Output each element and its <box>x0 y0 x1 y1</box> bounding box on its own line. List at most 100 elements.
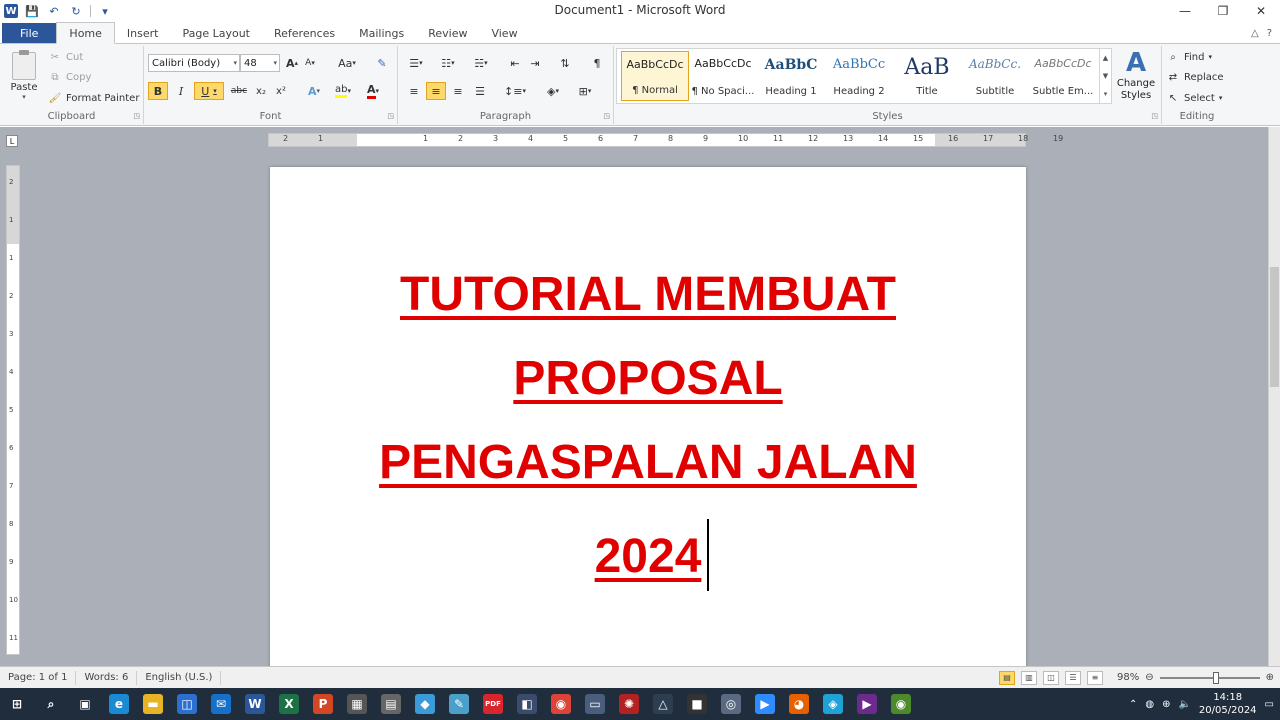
italic-button[interactable]: I <box>172 82 190 100</box>
taskbar-media-player-icon[interactable]: ▶ <box>850 688 884 720</box>
taskbar-excel-icon[interactable]: X <box>272 688 306 720</box>
outline-view-icon[interactable]: ☰ <box>1064 670 1081 685</box>
format-painter-button[interactable]: 🖌 Format Painter <box>48 89 140 107</box>
sort-button[interactable]: ⇅ <box>556 54 574 72</box>
increase-indent-button[interactable]: ⇥ <box>526 54 544 72</box>
clock[interactable]: 14:18 20/05/2024 <box>1199 691 1257 717</box>
document-page[interactable]: TUTORIAL MEMBUAT PROPOSAL PENGASPALAN JA… <box>270 167 1026 687</box>
language-indicator[interactable]: English (U.S.) <box>137 670 222 685</box>
align-center-button[interactable]: ≡ <box>426 82 446 100</box>
style-heading-2[interactable]: AaBbCc Heading 2 <box>825 51 893 101</box>
paste-button[interactable]: Paste ▾ <box>6 50 42 104</box>
select-button[interactable]: ↖ Select ▾ <box>1166 89 1223 107</box>
style-subtle-emphasis[interactable]: AaBbCcDc Subtle Em... <box>1029 51 1097 101</box>
minimize-ribbon-icon[interactable]: △ <box>1251 28 1259 39</box>
gallery-scroll[interactable]: ▲ ▼ ▾ <box>1099 49 1111 103</box>
zoom-out-icon[interactable]: ⊖ <box>1145 672 1153 683</box>
redo-icon[interactable]: ↻ <box>68 3 84 19</box>
justify-button[interactable]: ☰ <box>470 82 490 100</box>
style-title[interactable]: AaB Title <box>893 51 961 101</box>
taskbar-app-dark-icon[interactable]: ■ <box>680 688 714 720</box>
replace-button[interactable]: ⇄ Replace <box>1166 68 1224 86</box>
tab-selector-icon[interactable]: L <box>6 135 18 147</box>
style-heading-1[interactable]: AaBbC Heading 1 <box>757 51 825 101</box>
taskbar-pdf-icon[interactable]: PDF <box>476 688 510 720</box>
clear-formatting-button[interactable]: ✎ <box>372 54 392 72</box>
save-icon[interactable]: 💾 <box>24 3 40 19</box>
scroll-down-icon[interactable]: ▼ <box>1103 72 1108 80</box>
bullets-button[interactable]: ☰ ▾ <box>404 54 428 72</box>
multilevel-list-button[interactable]: ☵ ▾ <box>468 54 494 72</box>
print-layout-view-icon[interactable]: ▤ <box>998 670 1015 685</box>
tab-mailings[interactable]: Mailings <box>347 23 416 43</box>
notifications-icon[interactable]: ▭ <box>1265 699 1274 710</box>
paste-dropdown-icon[interactable]: ▾ <box>22 93 26 101</box>
doc-title-line-1[interactable]: TUTORIAL MEMBUAT <box>270 267 1026 323</box>
tab-page-layout[interactable]: Page Layout <box>170 23 262 43</box>
doc-title-line-3[interactable]: PENGASPALAN JALAN <box>270 435 1026 491</box>
tray-overflow-icon[interactable]: ⌃ <box>1129 699 1137 710</box>
tab-insert[interactable]: Insert <box>115 23 171 43</box>
taskbar-word-icon[interactable]: W <box>238 688 272 720</box>
style-normal[interactable]: AaBbCcDc ¶ Normal <box>621 51 689 101</box>
decrease-indent-button[interactable]: ⇤ <box>506 54 524 72</box>
customize-qat-icon[interactable]: ▾ <box>97 3 113 19</box>
grow-font-button[interactable]: A ▴ <box>284 54 300 72</box>
taskbar-calculator-2-icon[interactable]: ▤ <box>374 688 408 720</box>
taskbar-chrome-icon[interactable]: ◉ <box>544 688 578 720</box>
restore-button[interactable]: ❐ <box>1204 0 1242 22</box>
styles-launcher-icon[interactable]: ◳ <box>1151 112 1158 120</box>
taskbar-camera-icon[interactable]: ◎ <box>714 688 748 720</box>
tab-references[interactable]: References <box>262 23 347 43</box>
align-left-button[interactable]: ≡ <box>404 82 424 100</box>
taskbar-store-icon[interactable]: ◫ <box>170 688 204 720</box>
change-styles-button[interactable]: A Change Styles <box>1114 48 1158 104</box>
taskbar-photo-app-icon[interactable]: ◧ <box>510 688 544 720</box>
taskbar-calculator-icon[interactable]: ▦ <box>340 688 374 720</box>
style-no-spacing[interactable]: AaBbCcDc ¶ No Spaci... <box>689 51 757 101</box>
page-count[interactable]: Page: 1 of 1 <box>0 670 77 685</box>
style-subtitle[interactable]: AaBbCc. Subtitle <box>961 51 1029 101</box>
taskbar-mail-icon[interactable]: ✉ <box>204 688 238 720</box>
zoom-slider[interactable] <box>1159 671 1260 684</box>
font-name-select[interactable]: Calibri (Body) ▾ <box>148 54 240 72</box>
scroll-up-icon[interactable]: ▲ <box>1103 54 1108 62</box>
more-styles-icon[interactable]: ▾ <box>1104 90 1108 98</box>
subscript-button[interactable]: x₂ <box>252 82 270 100</box>
taskbar-zoom-icon[interactable]: ▶ <box>748 688 782 720</box>
minimize-button[interactable]: — <box>1166 0 1204 22</box>
taskbar-inkscape-icon[interactable]: △ <box>646 688 680 720</box>
zoom-level[interactable]: 98% <box>1117 672 1139 683</box>
taskbar-start-icon[interactable]: ⊞ <box>0 688 34 720</box>
taskbar-paint-icon[interactable]: ✎ <box>442 688 476 720</box>
font-size-select[interactable]: 48 ▾ <box>240 54 280 72</box>
doc-title-line-4[interactable]: 2024 <box>270 529 1026 585</box>
zoom-slider-knob[interactable] <box>1212 671 1219 684</box>
draft-view-icon[interactable]: ≡ <box>1086 670 1103 685</box>
web-layout-view-icon[interactable]: ◫ <box>1042 670 1059 685</box>
shrink-font-button[interactable]: A ▾ <box>302 54 318 72</box>
underline-button[interactable]: U ▾ <box>194 82 224 100</box>
cut-button[interactable]: ✂ Cut <box>48 48 83 66</box>
strikethrough-button[interactable]: abc <box>228 82 250 100</box>
close-button[interactable]: ✕ <box>1242 0 1280 22</box>
taskbar-app-red-icon[interactable]: ✺ <box>612 688 646 720</box>
shading-button[interactable]: ◈ ▾ <box>540 82 566 100</box>
paragraph-launcher-icon[interactable]: ◳ <box>603 112 610 120</box>
taskbar-powerpoint-icon[interactable]: P <box>306 688 340 720</box>
scrollbar-thumb[interactable] <box>1270 267 1279 387</box>
taskbar-firefox-icon[interactable]: ◕ <box>782 688 816 720</box>
word-app-icon[interactable]: W <box>4 4 18 18</box>
borders-button[interactable]: ⊞ ▾ <box>572 82 598 100</box>
help-icon[interactable]: ? <box>1267 28 1272 39</box>
find-button[interactable]: ⌕ Find ▾ <box>1166 48 1212 66</box>
vertical-ruler[interactable]: 2 1 1 2 3 4 5 6 7 8 9 10 11 <box>6 165 20 655</box>
font-color-button[interactable]: A ▾ <box>360 82 386 100</box>
globe-icon[interactable]: ⊕ <box>1162 699 1170 710</box>
copy-button[interactable]: ⧉ Copy <box>48 68 91 86</box>
taskbar-app-cyan-icon[interactable]: ◈ <box>816 688 850 720</box>
word-count[interactable]: Words: 6 <box>76 670 138 685</box>
doc-title-line-2[interactable]: PROPOSAL <box>270 351 1026 407</box>
superscript-button[interactable]: x² <box>272 82 290 100</box>
undo-icon[interactable]: ↶ <box>46 3 62 19</box>
